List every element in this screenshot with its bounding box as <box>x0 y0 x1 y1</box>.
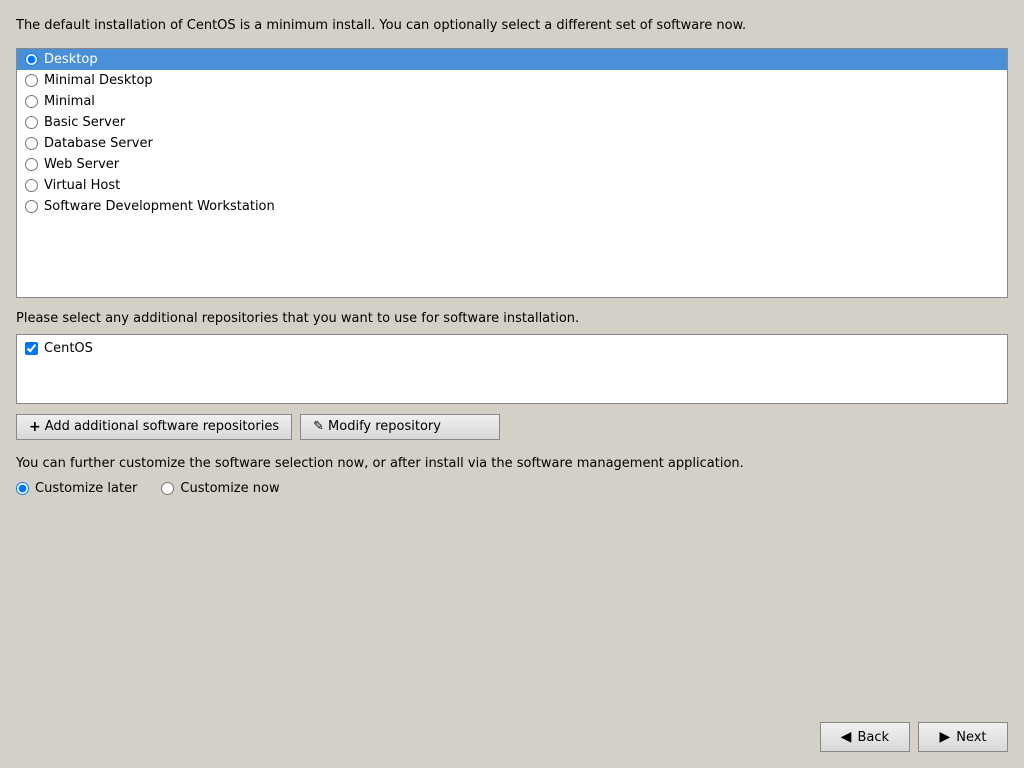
software-label-minimal-desktop: Minimal Desktop <box>44 73 153 88</box>
software-list: Desktop Minimal Desktop Minimal Basic Serve… <box>16 48 1008 298</box>
checkbox-centos[interactable] <box>25 342 38 355</box>
software-label-basic-server: Basic Server <box>44 115 125 130</box>
radio-virtual-host[interactable] <box>25 179 38 192</box>
software-option-software-dev-workstation[interactable]: Software Development Workstation <box>17 196 1007 217</box>
software-label-database-server: Database Server <box>44 136 153 151</box>
modify-repo-button[interactable]: ✎ Modify repository <box>300 414 500 440</box>
repo-label-centos: CentOS <box>44 341 93 356</box>
software-option-minimal-desktop[interactable]: Minimal Desktop <box>17 70 1007 91</box>
repositories-section: Please select any additional repositorie… <box>16 310 1008 404</box>
software-option-database-server[interactable]: Database Server <box>17 133 1007 154</box>
customize-text: You can further customize the software s… <box>16 454 1008 474</box>
back-button[interactable]: ◀ Back <box>820 722 910 752</box>
software-label-web-server: Web Server <box>44 157 119 172</box>
customize-label-customize-later: Customize later <box>35 481 137 496</box>
radio-minimal[interactable] <box>25 95 38 108</box>
radio-desktop[interactable] <box>25 53 38 66</box>
intro-text: The default installation of CentOS is a … <box>16 16 1008 36</box>
customize-section: You can further customize the software s… <box>16 454 1008 497</box>
next-label: Next <box>956 730 986 745</box>
modify-icon: ✎ <box>313 419 324 434</box>
add-repo-button[interactable]: + Add additional software repositories <box>16 414 292 440</box>
radio-database-server[interactable] <box>25 137 38 150</box>
software-option-desktop[interactable]: Desktop <box>17 49 1007 70</box>
software-option-minimal[interactable]: Minimal <box>17 91 1007 112</box>
software-option-virtual-host[interactable]: Virtual Host <box>17 175 1007 196</box>
software-label-desktop: Desktop <box>44 52 98 67</box>
customize-radios: Customize later Customize now <box>16 481 1008 496</box>
customize-label-customize-now: Customize now <box>180 481 279 496</box>
modify-repo-label: Modify repository <box>328 419 441 434</box>
customize-option-customize-now[interactable]: Customize now <box>161 481 279 496</box>
main-container: The default installation of CentOS is a … <box>0 0 1024 768</box>
radio-web-server[interactable] <box>25 158 38 171</box>
radio-minimal-desktop[interactable] <box>25 74 38 87</box>
back-label: Back <box>857 730 889 745</box>
software-option-basic-server[interactable]: Basic Server <box>17 112 1007 133</box>
next-icon: ▶ <box>939 729 950 745</box>
next-button[interactable]: ▶ Next <box>918 722 1008 752</box>
plus-icon: + <box>29 419 41 435</box>
software-label-software-dev-workstation: Software Development Workstation <box>44 199 275 214</box>
radio-basic-server[interactable] <box>25 116 38 129</box>
repositories-label: Please select any additional repositorie… <box>16 310 1008 328</box>
add-repo-label: Add additional software repositories <box>45 419 279 434</box>
repo-item-centos[interactable]: CentOS <box>21 339 1003 358</box>
back-icon: ◀ <box>841 729 852 745</box>
software-label-virtual-host: Virtual Host <box>44 178 120 193</box>
radio-customize-now[interactable] <box>161 482 174 495</box>
repositories-list: CentOS <box>16 334 1008 404</box>
repo-buttons-row: + Add additional software repositories ✎… <box>16 414 1008 440</box>
customize-option-customize-later[interactable]: Customize later <box>16 481 137 496</box>
radio-software-dev-workstation[interactable] <box>25 200 38 213</box>
software-label-minimal: Minimal <box>44 94 95 109</box>
radio-customize-later[interactable] <box>16 482 29 495</box>
software-option-web-server[interactable]: Web Server <box>17 154 1007 175</box>
bottom-buttons: ◀ Back ▶ Next <box>16 710 1008 760</box>
